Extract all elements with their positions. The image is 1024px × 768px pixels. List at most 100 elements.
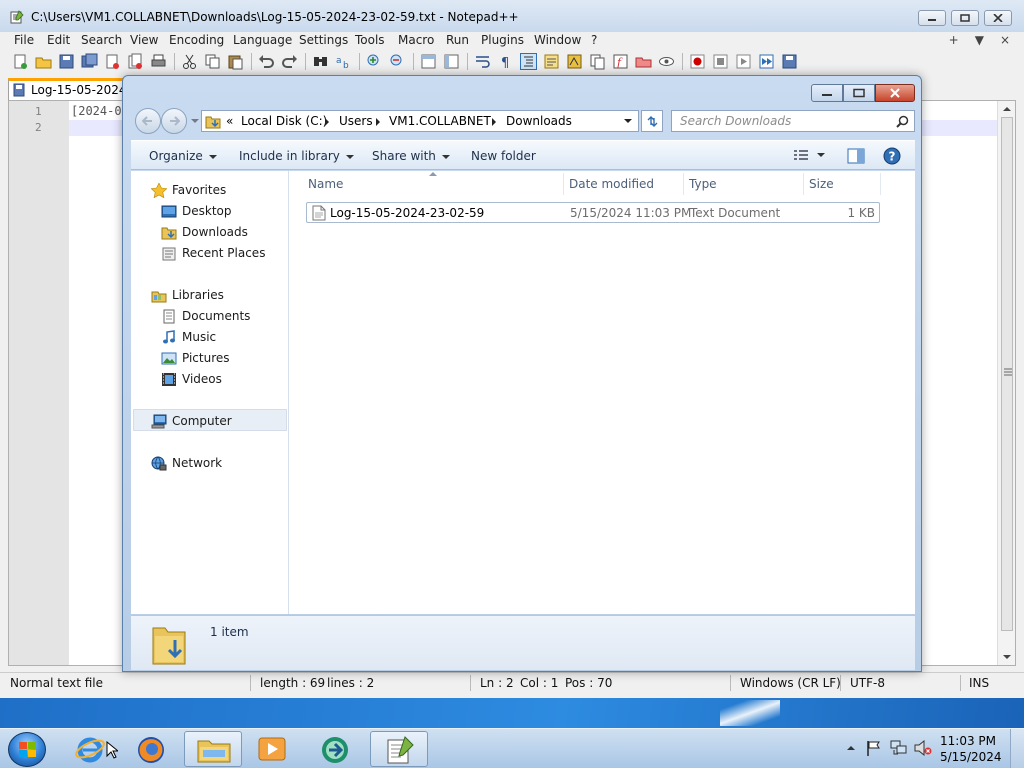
taskbar-internet-explorer[interactable] (62, 731, 120, 767)
open-file-icon[interactable] (35, 53, 52, 70)
save-macro-icon[interactable] (781, 53, 798, 70)
taskbar-media-player[interactable] (244, 731, 302, 767)
sync-horizontal-icon[interactable] (443, 53, 460, 70)
search-icon[interactable] (896, 115, 909, 128)
cut-icon[interactable] (181, 53, 198, 70)
menu-view[interactable]: View (130, 33, 158, 47)
menu-macro[interactable]: Macro (398, 33, 434, 47)
column-divider[interactable] (563, 173, 564, 195)
taskbar-firefox[interactable] (122, 731, 180, 767)
menu-run[interactable]: Run (446, 33, 469, 47)
breadcrumb-user-folder[interactable]: VM1.COLLABNET (389, 114, 491, 128)
maximize-button[interactable] (951, 10, 979, 26)
replace-icon[interactable]: ab (335, 53, 352, 70)
menu-help[interactable]: ? (591, 33, 597, 47)
recent-pages-dropdown-icon[interactable] (191, 119, 199, 125)
column-divider[interactable] (880, 173, 881, 195)
new-folder-button[interactable]: New folder (471, 149, 536, 163)
menu-plugins[interactable]: Plugins (481, 33, 524, 47)
close-all-icon[interactable] (127, 53, 144, 70)
menu-window[interactable]: Window (534, 33, 581, 47)
refresh-button[interactable] (641, 110, 663, 132)
menu-encoding[interactable]: Encoding (169, 33, 224, 47)
scrollbar-thumb[interactable] (1001, 117, 1013, 631)
view-dropdown-icon[interactable] (817, 153, 825, 159)
taskbar-windows-explorer[interactable] (184, 731, 242, 767)
taskbar-notepad-plus-plus[interactable] (370, 731, 428, 767)
new-tab-button[interactable]: + (949, 33, 959, 47)
run-macro-multiple-icon[interactable] (758, 53, 775, 70)
preview-pane-icon[interactable] (847, 148, 865, 164)
breadcrumb-separator-icon[interactable] (325, 118, 329, 126)
forward-button[interactable] (161, 108, 187, 134)
address-dropdown-icon[interactable] (624, 119, 632, 125)
stop-macro-icon[interactable] (712, 53, 729, 70)
network-status-icon[interactable] (890, 740, 908, 756)
breadcrumb-local-disk[interactable]: Local Disk (C:) (241, 114, 327, 128)
column-header-type[interactable]: Type (689, 177, 717, 191)
zoom-out-icon[interactable] (389, 53, 406, 70)
play-macro-icon[interactable] (735, 53, 752, 70)
column-header-name[interactable]: Name (308, 177, 343, 191)
minimize-button[interactable] (918, 10, 946, 26)
include-in-library-button[interactable]: Include in library (239, 149, 354, 163)
column-divider[interactable] (803, 173, 804, 195)
action-center-flag-icon[interactable] (866, 740, 882, 756)
save-all-icon[interactable] (81, 53, 98, 70)
close-file-icon[interactable] (104, 53, 121, 70)
function-list-icon[interactable]: f (612, 53, 629, 70)
show-all-chars-icon[interactable]: ¶ (497, 53, 514, 70)
show-hidden-icons-icon[interactable] (847, 745, 855, 751)
menu-edit[interactable]: Edit (47, 33, 70, 47)
zoom-in-icon[interactable] (366, 53, 383, 70)
scroll-down-icon[interactable] (1002, 653, 1012, 661)
word-wrap-icon[interactable] (474, 53, 491, 70)
explorer-minimize-button[interactable] (811, 84, 843, 102)
breadcrumb-downloads[interactable]: Downloads (506, 114, 572, 128)
udl-icon[interactable] (543, 53, 560, 70)
redo-icon[interactable] (281, 53, 298, 70)
record-macro-icon[interactable] (689, 53, 706, 70)
doc-map-icon[interactable] (566, 53, 583, 70)
column-header-size[interactable]: Size (809, 177, 834, 191)
clock-date[interactable]: 5/15/2024 (940, 750, 1002, 764)
share-with-button[interactable]: Share with (372, 149, 450, 163)
monitoring-icon[interactable] (658, 53, 675, 70)
explorer-maximize-button[interactable] (843, 84, 875, 102)
menu-tools[interactable]: Tools (355, 33, 385, 47)
save-icon[interactable] (58, 53, 75, 70)
indent-guide-icon[interactable] (520, 53, 537, 70)
tab-list-button[interactable]: ▼ (975, 33, 984, 47)
paste-icon[interactable] (227, 53, 244, 70)
menu-language[interactable]: Language (233, 33, 292, 47)
copy-icon[interactable] (204, 53, 221, 70)
column-header-date-modified[interactable]: Date modified (569, 177, 654, 191)
scroll-up-icon[interactable] (1002, 105, 1012, 113)
print-icon[interactable] (150, 53, 167, 70)
show-desktop-button[interactable] (1010, 729, 1024, 768)
file-row[interactable]: Log-15-05-2024-23-02-59 5/15/2024 11:03 … (306, 202, 880, 223)
view-options-icon[interactable] (793, 149, 809, 163)
doc-list-icon[interactable] (589, 53, 606, 70)
new-file-icon[interactable] (12, 53, 29, 70)
close-doc-button[interactable]: × (1000, 33, 1010, 47)
help-icon[interactable]: ? (883, 147, 901, 165)
back-button[interactable] (135, 108, 161, 134)
breadcrumb-users[interactable]: Users (339, 114, 373, 128)
menu-search[interactable]: Search (81, 33, 122, 47)
sync-vertical-icon[interactable] (420, 53, 437, 70)
address-bar[interactable]: « Local Disk (C:) Users VM1.COLLABNET Do… (201, 110, 639, 132)
start-button[interactable] (8, 732, 46, 767)
organize-button[interactable]: Organize (149, 149, 217, 163)
notepadpp-titlebar[interactable]: C:\Users\VM1.COLLABNET\Downloads\Log-15-… (0, 0, 1024, 32)
close-button[interactable] (984, 10, 1012, 26)
explorer-close-button[interactable] (875, 84, 915, 102)
folder-workspace-icon[interactable] (635, 53, 652, 70)
search-box[interactable]: Search Downloads (671, 110, 915, 132)
breadcrumb-overflow[interactable]: « (226, 114, 233, 128)
vertical-scrollbar[interactable] (997, 101, 1015, 665)
find-icon[interactable] (312, 53, 329, 70)
menu-file[interactable]: File (14, 33, 34, 47)
undo-icon[interactable] (258, 53, 275, 70)
tab-log-file[interactable]: Log-15-05-2024-2 (8, 78, 138, 100)
